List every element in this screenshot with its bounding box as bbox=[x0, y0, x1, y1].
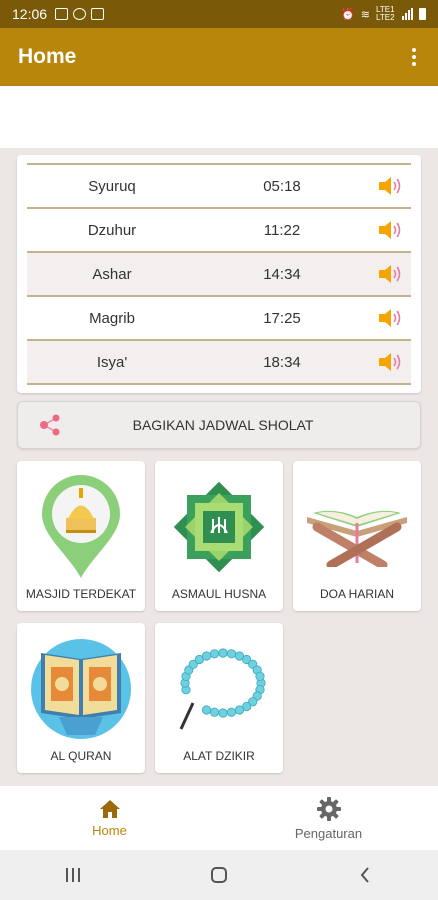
nav-pengaturan[interactable]: Pengaturan bbox=[219, 786, 438, 850]
share-icon bbox=[40, 414, 60, 436]
menu-al-quran[interactable]: AL QURAN bbox=[17, 623, 145, 773]
bead-tassel bbox=[179, 702, 195, 730]
menu-masjid-terdekat[interactable]: MASJID TERDEKAT bbox=[17, 461, 145, 611]
menu-alat-dzikir[interactable]: ALAT DZIKIR bbox=[155, 623, 283, 773]
mosque-pin-icon bbox=[17, 471, 145, 583]
bead bbox=[226, 707, 237, 717]
speaker-icon[interactable] bbox=[377, 174, 405, 198]
box-notification-icon bbox=[91, 8, 105, 20]
menu-label: MASJID TERDEKAT bbox=[25, 587, 137, 601]
speaker-icon[interactable] bbox=[377, 306, 405, 330]
prayer-row: Magrib 17:25 bbox=[27, 297, 411, 341]
prayer-time: 11:22 bbox=[263, 221, 301, 239]
home-button-icon[interactable] bbox=[199, 860, 239, 890]
app-bar: Home bbox=[0, 28, 438, 86]
ad-banner bbox=[0, 86, 438, 148]
status-time: 12:06 bbox=[12, 6, 48, 22]
back-icon[interactable] bbox=[345, 860, 385, 890]
share-label: BAGIKAN JADWAL SHOLAT bbox=[132, 417, 314, 433]
gear-icon bbox=[316, 796, 341, 821]
battery-icon bbox=[419, 8, 426, 20]
image-notification-icon bbox=[55, 8, 69, 20]
status-right: ⏰ ≋ LTE1 LTE2 bbox=[341, 6, 426, 22]
menu-label: ALAT DZIKIR bbox=[183, 749, 255, 763]
prayer-beads-icon bbox=[155, 633, 283, 745]
app-notification-icon bbox=[73, 8, 87, 20]
quran-icon bbox=[17, 633, 145, 745]
page-title: Home bbox=[18, 45, 77, 68]
bead bbox=[209, 707, 220, 717]
menu-label: ASMAUL HUSNA bbox=[171, 587, 267, 601]
bead bbox=[218, 708, 228, 718]
prayer-schedule-card: Syuruq 05:18 Dzuhur 11:22 Ashar 14:34 Ma… bbox=[17, 155, 421, 393]
signal-icon bbox=[402, 8, 413, 20]
more-vert-icon[interactable] bbox=[408, 44, 420, 70]
prayer-row: Syuruq 05:18 bbox=[27, 165, 411, 209]
bead bbox=[201, 705, 212, 715]
nav-home[interactable]: Home bbox=[0, 786, 219, 850]
bead bbox=[209, 649, 220, 659]
bead bbox=[201, 651, 212, 661]
system-navigation-bar bbox=[0, 850, 438, 900]
prayer-row: Ashar 14:34 bbox=[27, 253, 411, 297]
book-stand-icon bbox=[293, 471, 421, 583]
speaker-icon[interactable] bbox=[377, 218, 405, 242]
asmaul-husna-icon bbox=[155, 471, 283, 583]
prayer-time: 14:34 bbox=[263, 265, 301, 283]
menu-label: AL QURAN bbox=[50, 749, 112, 763]
bead bbox=[255, 671, 265, 681]
network-label: LTE1 LTE2 bbox=[376, 5, 395, 22]
recent-apps-icon[interactable] bbox=[53, 860, 93, 890]
menu-label: DOA HARIAN bbox=[319, 587, 394, 601]
prayer-time: 18:34 bbox=[263, 353, 301, 371]
prayer-time: 05:18 bbox=[263, 177, 301, 195]
wifi-icon: ≋ bbox=[360, 8, 370, 21]
alarm-icon: ⏰ bbox=[341, 8, 355, 21]
status-bar: 12:06 ⏰ ≋ LTE1 LTE2 bbox=[0, 0, 438, 28]
share-schedule-button[interactable]: BAGIKAN JADWAL SHOLAT bbox=[17, 401, 421, 449]
speaker-icon[interactable] bbox=[377, 350, 405, 374]
prayer-row: Isya' 18:34 bbox=[27, 341, 411, 385]
bead bbox=[234, 705, 245, 715]
prayer-name: Magrib bbox=[89, 309, 135, 327]
bead bbox=[226, 649, 237, 659]
prayer-time: 17:25 bbox=[263, 309, 301, 327]
speaker-icon[interactable] bbox=[377, 262, 405, 286]
prayer-name: Syuruq bbox=[88, 177, 136, 195]
menu-doa-harian[interactable]: DOA HARIAN bbox=[293, 461, 421, 611]
home-icon bbox=[99, 799, 120, 818]
nav-home-label: Home bbox=[92, 822, 127, 838]
prayer-name: Dzuhur bbox=[87, 221, 137, 239]
prayer-name: Ashar bbox=[92, 265, 132, 283]
prayer-row: Dzuhur 11:22 bbox=[27, 209, 411, 253]
notification-icons bbox=[55, 8, 105, 20]
menu-asmaul-husna[interactable]: ASMAUL HUSNA bbox=[155, 461, 283, 611]
nav-pengaturan-label: Pengaturan bbox=[294, 825, 363, 841]
prayer-name: Isya' bbox=[96, 353, 128, 371]
bead bbox=[218, 648, 228, 658]
prayer-list: Syuruq 05:18 Dzuhur 11:22 Ashar 14:34 Ma… bbox=[27, 163, 411, 385]
bottom-navigation: Home Pengaturan bbox=[0, 786, 438, 850]
